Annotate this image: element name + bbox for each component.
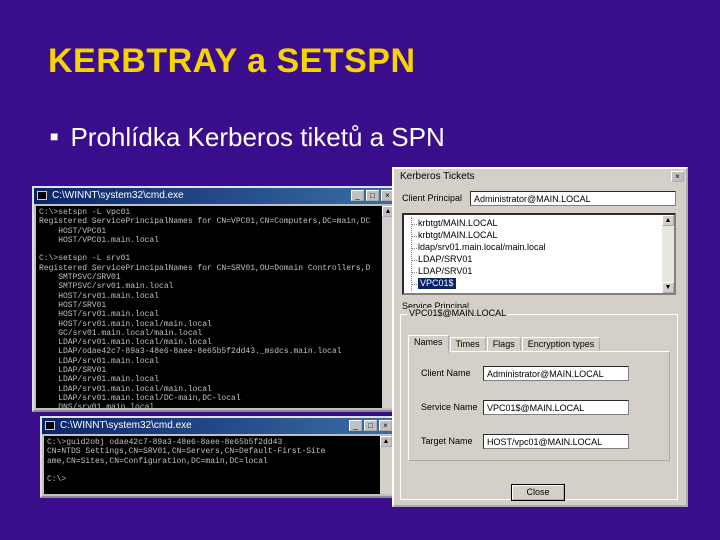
console-line: C:\>setspn -L vpc01 <box>39 208 131 217</box>
scroll-up-arrow-icon[interactable]: ▲ <box>380 436 392 447</box>
ticket-tree-item[interactable]: krbtgt/MAIN.LOCAL <box>418 230 498 241</box>
tab-names[interactable]: Names <box>408 335 449 353</box>
tab-flags[interactable]: Flags <box>486 337 521 352</box>
console-icon <box>45 421 55 430</box>
dialog-title: Kerberos Tickets <box>400 171 475 182</box>
bullet-square-icon: ■ <box>50 128 59 145</box>
tree-connector <box>411 224 417 225</box>
console-line: SMTPSVC/srv01.main.local <box>39 282 174 292</box>
service-name-field[interactable]: VPC01$@MAIN.LOCAL <box>483 400 629 415</box>
tree-connector <box>411 248 417 249</box>
console-line: HOST/srv01.main.local <box>39 310 160 320</box>
minimize-button[interactable]: _ <box>351 190 364 201</box>
close-button[interactable]: × <box>379 420 392 431</box>
slide-title: KERBTRAY a SETSPN <box>48 42 416 80</box>
console-line: C:\> <box>47 475 67 485</box>
console-line: HOST/srv01.main.local <box>39 291 160 301</box>
client-principal-field[interactable]: Administrator@MAIN.LOCAL <box>470 191 676 206</box>
service-group-title: VPC01$@MAIN.LOCAL <box>407 308 509 318</box>
console-line: LDAP/srv01.main.local <box>39 375 160 385</box>
console-line: SMTPSVC/SRV01 <box>39 273 121 283</box>
ticket-tree[interactable]: krbtgt/MAIN.LOCAL krbtgt/MAIN.LOCAL ldap/s… <box>402 213 676 295</box>
tree-connector <box>411 284 417 285</box>
console-line: LDAP/srv01.main.local/main.local <box>39 338 212 348</box>
kerberos-tickets-dialog[interactable]: Kerberos Tickets × Client Principal Admi… <box>392 167 688 507</box>
maximize-button[interactable]: □ <box>364 420 377 431</box>
console-line: LDAP/srv01.main.local/DC-main,DC-local <box>39 393 241 403</box>
ticket-tree-item[interactable]: VPC01$ <box>418 278 456 289</box>
cmd-window-titlebar[interactable]: C:\WINNT\system32\cmd.exe _ □ × <box>42 418 394 434</box>
console-line: DNS/srv01.main.local <box>39 403 155 408</box>
console-line: CN=NTDS Settings,CN=SRV01,CN=Servers,CN=… <box>47 447 326 457</box>
tree-connector <box>411 260 417 261</box>
tree-connector <box>411 236 417 237</box>
console-line: Registered ServicePrincipalNames for CN=… <box>39 263 371 273</box>
cmd-window-titlebar[interactable]: C:\WINNT\system32\cmd.exe _ □ × <box>34 188 396 204</box>
client-name-field[interactable]: Administrator@MAIN.LOCAL <box>483 366 629 381</box>
dialog-close-icon[interactable]: × <box>671 171 684 182</box>
console-line: ame,CN=Sites,CN=Configuration,DC=main,DC… <box>47 456 268 466</box>
maximize-button[interactable]: □ <box>366 190 379 201</box>
ticket-detail-tabs[interactable]: Names Times Flags Encryption types <box>408 335 601 353</box>
console-line: C:\>setspn -L srv01 <box>39 254 131 264</box>
console-line: LDAP/srv01.main.local/main.local <box>39 384 212 394</box>
names-tab-panel: Client Name Administrator@MAIN.LOCAL Ser… <box>408 351 670 461</box>
scroll-down-arrow-icon[interactable]: ▼ <box>662 282 674 293</box>
tab-times[interactable]: Times <box>449 337 486 352</box>
console-line: C:\>guid2obj odae42c7-89a3-48e6-8aee-8e6… <box>47 438 283 447</box>
console-icon <box>37 191 47 200</box>
tree-connector <box>411 272 417 273</box>
target-name-field[interactable]: HOST/vpc01@MAIN.LOCAL <box>483 434 629 449</box>
console-line: GC/srv01.main.local/main.local <box>39 328 203 338</box>
tab-encryption-types[interactable]: Encryption types <box>521 337 601 352</box>
minimize-button[interactable]: _ <box>349 420 362 431</box>
target-name-label: Target Name <box>421 436 473 446</box>
console-line: LDAP/srv01.main.local <box>39 356 160 366</box>
dialog-titlebar[interactable]: Kerberos Tickets × <box>394 169 686 185</box>
close-button[interactable]: Close <box>511 484 565 501</box>
client-name-label: Client Name <box>421 368 471 378</box>
console-line: LDAP/SRV01 <box>39 366 107 376</box>
console-line: HOST/VPC01 <box>39 226 107 236</box>
console-line: LDAP/odae42c7-89a3-48e6-8aee-8e65b5f2dd4… <box>39 347 342 357</box>
console-line: Registered ServicePrincipalNames for CN=… <box>39 217 371 227</box>
ticket-tree-item[interactable]: krbtgt/MAIN.LOCAL <box>418 218 498 229</box>
ticket-tree-item[interactable]: ldap/srv01.main.local/main.local <box>418 242 546 253</box>
tree-scrollbar[interactable]: ▲ ▼ <box>662 215 674 293</box>
service-name-label: Service Name <box>421 402 478 412</box>
console-line: HOST/VPC01.main.local <box>39 235 160 245</box>
cmd-window-title: C:\WINNT\system32\cmd.exe <box>52 190 184 201</box>
console-scrollbar[interactable]: ▲ <box>380 436 392 494</box>
ticket-tree-item[interactable]: LDAP/SRV01 <box>418 266 472 277</box>
cmd-window-title: C:\WINNT\system32\cmd.exe <box>60 420 192 431</box>
console-line: HOST/srv01.main.local/main.local <box>39 319 212 329</box>
console-output[interactable]: C:\>setspn -L vpc01 Registered ServicePri… <box>36 206 382 408</box>
scroll-up-arrow-icon[interactable]: ▲ <box>662 215 674 226</box>
bullet-text: Prohlídka Kerberos tiketů a SPN <box>70 122 445 152</box>
console-output[interactable]: C:\>guid2obj odae42c7-89a3-48e6-8aee-8e6… <box>44 436 380 494</box>
tree-connector <box>411 217 412 291</box>
console-line: HOST/SRV01 <box>39 300 107 310</box>
bullet-point: ■ Prohlídka Kerberos tiketů a SPN <box>50 122 445 153</box>
ticket-tree-item[interactable]: LDAP/SRV01 <box>418 254 472 265</box>
cmd-window-setspn[interactable]: C:\WINNT\system32\cmd.exe _ □ × C:\>sets… <box>32 186 398 412</box>
client-principal-label: Client Principal <box>402 193 463 203</box>
cmd-window-guid2obj[interactable]: C:\WINNT\system32\cmd.exe _ □ × C:\>guid… <box>40 416 396 498</box>
